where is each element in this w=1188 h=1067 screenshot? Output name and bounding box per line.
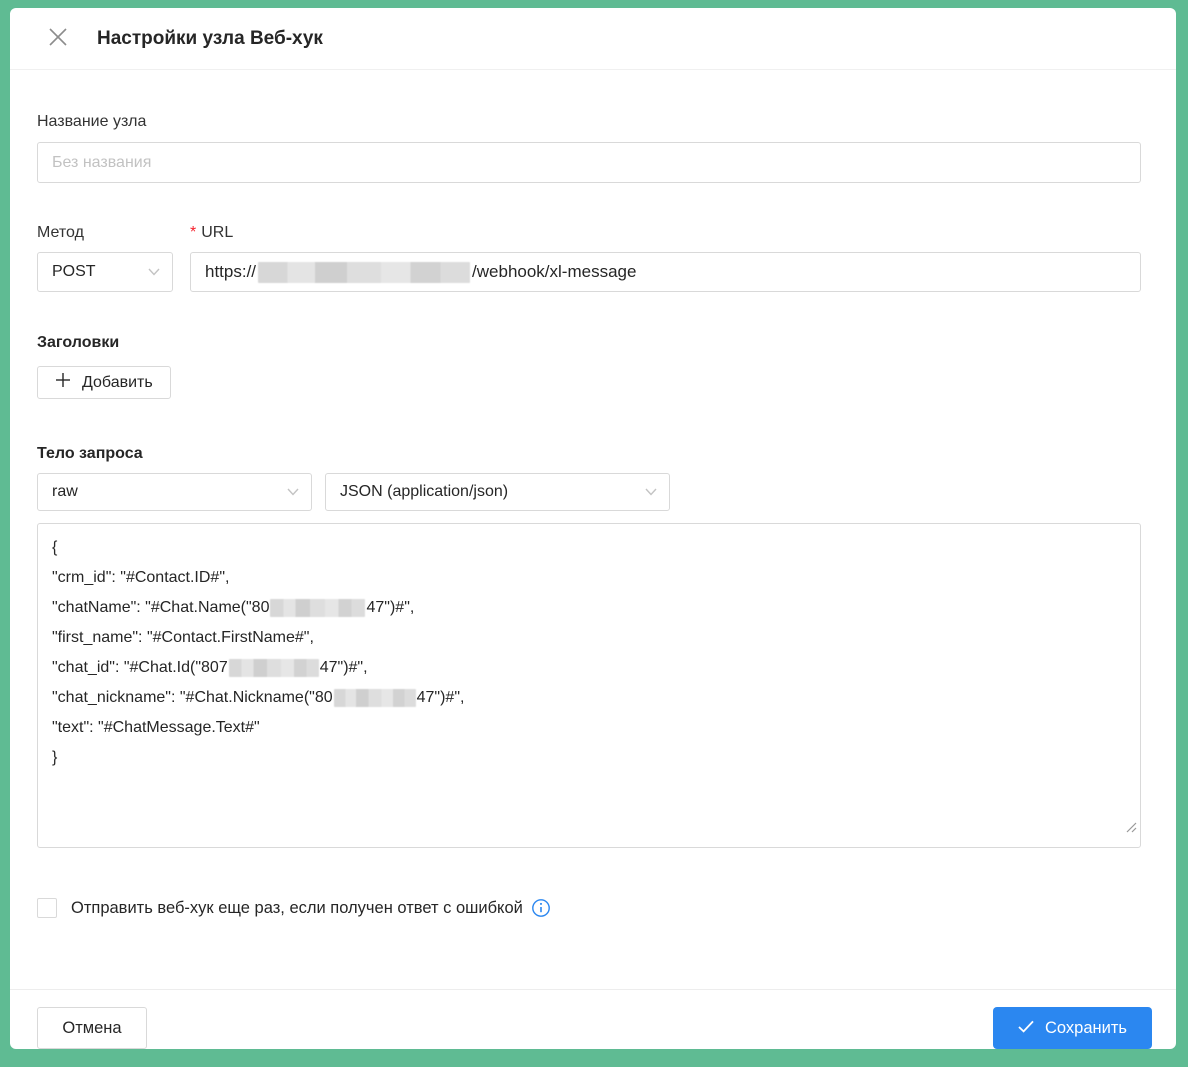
content-type-select-value: JSON (application/json) (340, 483, 508, 501)
method-column: Метод POST (37, 224, 173, 292)
chevron-down-icon (645, 483, 657, 501)
retry-checkbox[interactable] (37, 898, 57, 918)
body-line: "first_name": "#Contact.FirstName#", (52, 623, 1126, 653)
url-column: *URL https:// /webhook/xl-message (190, 224, 1141, 292)
dialog-header: Настройки узла Веб-хук (10, 8, 1176, 70)
redacted-text (258, 262, 470, 283)
redacted-text (334, 689, 416, 707)
node-name-label: Название узла (37, 113, 1141, 131)
body-line: "text": "#ChatMessage.Text#" (52, 713, 1126, 743)
body-line: { (52, 533, 1126, 563)
save-button[interactable]: Сохранить (993, 1007, 1152, 1049)
chevron-down-icon (148, 263, 160, 281)
webhook-node-settings-dialog: Настройки узла Веб-хук Название узла Мет… (10, 8, 1176, 1049)
info-icon[interactable] (531, 898, 551, 918)
url-input[interactable]: https:// /webhook/xl-message (190, 252, 1141, 292)
check-icon (1018, 1019, 1034, 1038)
resize-handle[interactable] (1126, 814, 1137, 844)
url-value-suffix: /webhook/xl-message (472, 262, 636, 282)
request-body-editor[interactable]: { "crm_id": "#Contact.ID#", "chatName": … (37, 523, 1141, 848)
body-line: "chat_nickname": "#Chat.Nickname("8047")… (52, 683, 1126, 713)
body-line: "crm_id": "#Contact.ID#", (52, 563, 1126, 593)
plus-icon (55, 372, 71, 393)
body-line: "chatName": "#Chat.Name("8047")#", (52, 593, 1126, 623)
node-name-input[interactable] (37, 142, 1141, 183)
add-header-button-label: Добавить (82, 374, 153, 392)
add-header-button[interactable]: Добавить (37, 366, 171, 399)
method-select-value: POST (52, 263, 96, 281)
redacted-text (229, 659, 319, 677)
request-body-label: Тело запроса (37, 445, 1141, 463)
method-label: Метод (37, 224, 173, 242)
body-line: } (52, 743, 1126, 773)
dialog-footer: Отмена Сохранить (10, 990, 1176, 1049)
url-label: *URL (190, 224, 1141, 242)
body-line: "chat_id": "#Chat.Id("80747")#", (52, 653, 1126, 683)
headers-label: Заголовки (37, 334, 1141, 352)
required-asterisk: * (190, 224, 196, 241)
chevron-down-icon (287, 483, 299, 501)
cancel-button[interactable]: Отмена (37, 1007, 147, 1049)
url-value-prefix: https:// (205, 262, 256, 282)
method-select[interactable]: POST (37, 252, 173, 292)
body-format-row: raw JSON (application/json) (37, 473, 1141, 511)
body-format-select[interactable]: raw (37, 473, 312, 511)
close-button[interactable] (43, 24, 73, 54)
close-icon (47, 26, 69, 51)
retry-checkbox-label: Отправить веб-хук еще раз, если получен … (71, 899, 523, 918)
retry-option-row: Отправить веб-хук еще раз, если получен … (37, 898, 1141, 918)
save-button-label: Сохранить (1045, 1019, 1127, 1038)
dialog-content: Название узла Метод POST *URL https:// /w… (10, 70, 1176, 966)
content-type-select[interactable]: JSON (application/json) (325, 473, 670, 511)
method-url-row: Метод POST *URL https:// /webhook/xl-mess… (37, 224, 1141, 292)
body-format-select-value: raw (52, 483, 78, 501)
dialog-title: Настройки узла Веб-хук (97, 28, 323, 50)
redacted-text (270, 599, 365, 617)
